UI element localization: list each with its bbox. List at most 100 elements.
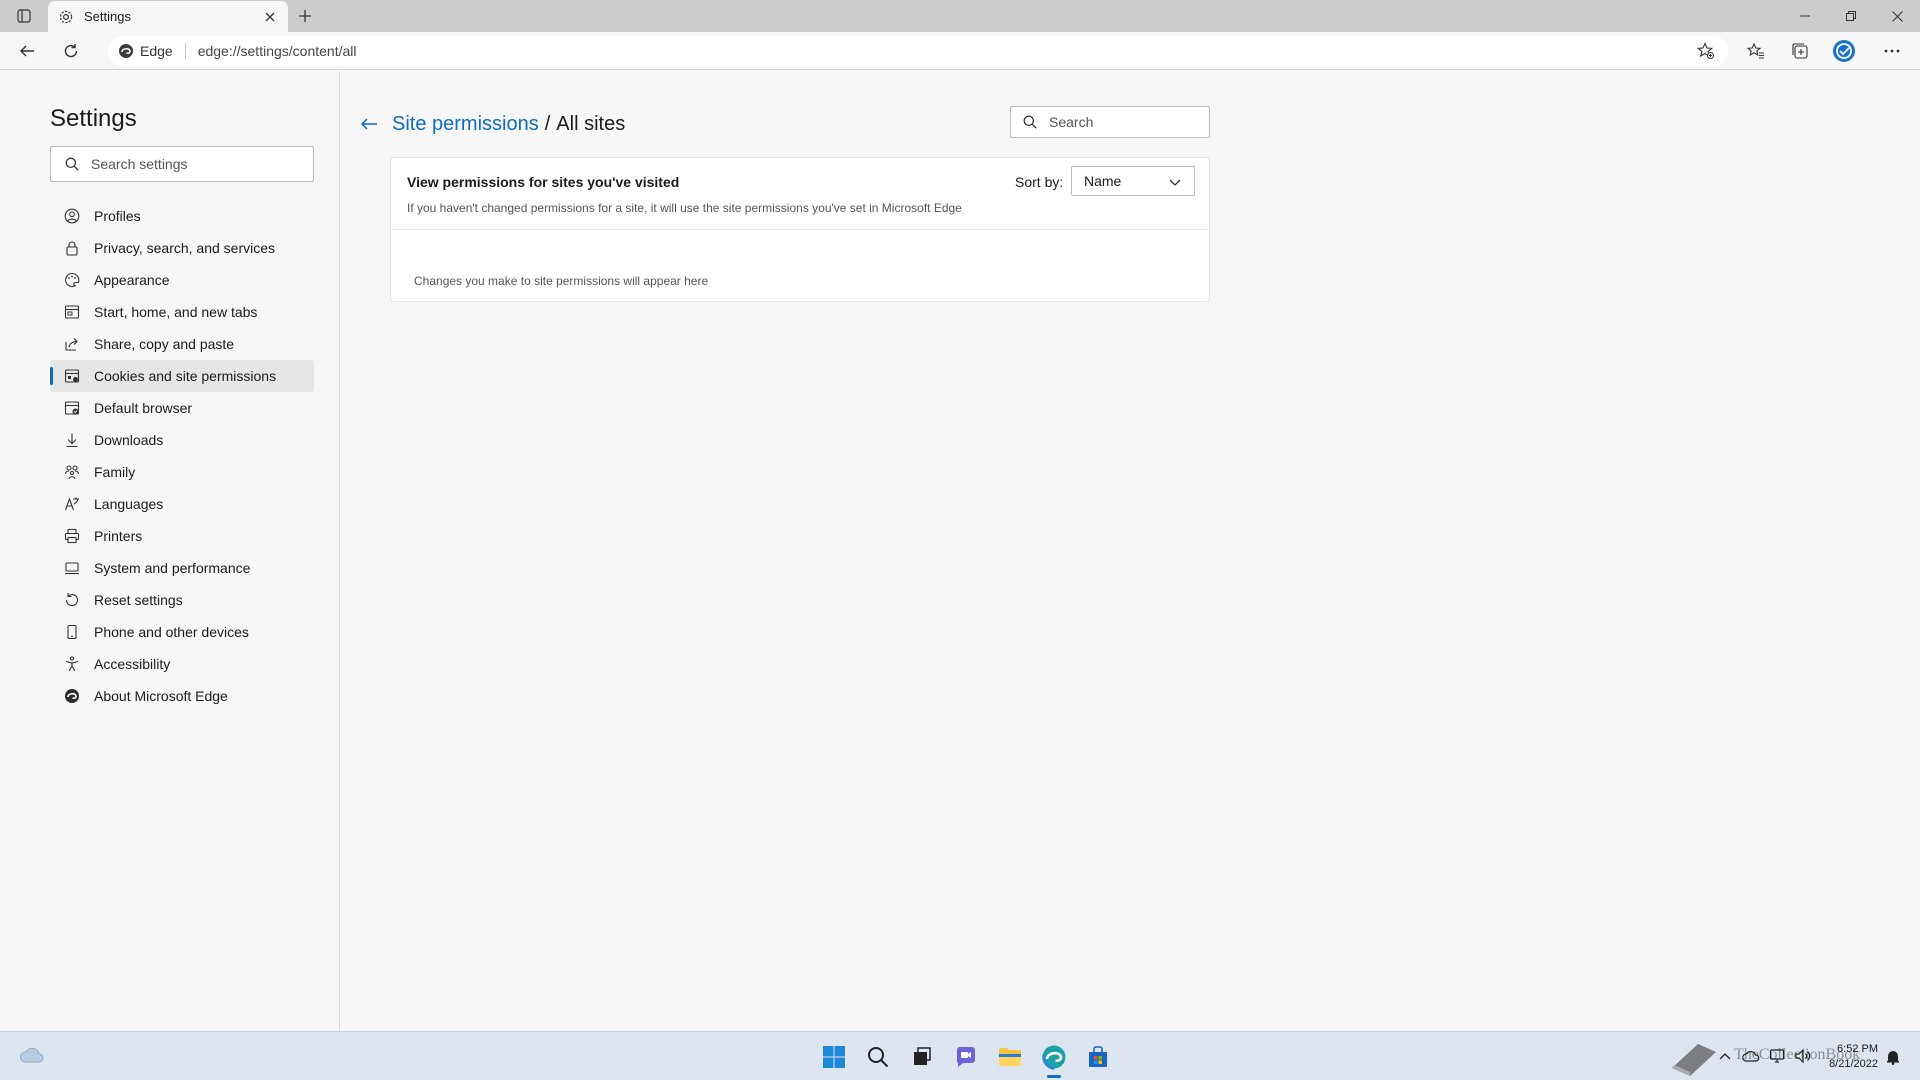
gear-icon: [58, 9, 74, 25]
refresh-icon: [64, 44, 78, 58]
taskbar: TheCollectionBook 6:52 PM 8/21/2022: [0, 1031, 1920, 1080]
sidebar-item-about[interactable]: About Microsoft Edge: [50, 680, 314, 712]
chat-button[interactable]: [944, 1035, 988, 1079]
store-button[interactable]: [1076, 1035, 1120, 1079]
system-tray: [1714, 1046, 1818, 1066]
sidebar-item-phone[interactable]: Phone and other devices: [50, 616, 314, 648]
settings-more-button[interactable]: [1877, 37, 1907, 65]
search-icon: [868, 1046, 889, 1067]
close-window-button[interactable]: [1874, 0, 1920, 32]
search-settings-box[interactable]: [50, 146, 314, 182]
home-icon: [64, 304, 80, 320]
edge-taskbar-button[interactable]: [1032, 1035, 1076, 1079]
sidebar-item-printers[interactable]: Printers: [50, 520, 314, 552]
breadcrumb-site-permissions-link[interactable]: Site permissions: [392, 113, 539, 136]
lock-icon: [64, 240, 80, 256]
sidebar-item-profiles[interactable]: Profiles: [50, 200, 314, 232]
start-icon: [823, 1045, 845, 1068]
sidebar-item-appearance[interactable]: Appearance: [50, 264, 314, 296]
network-button[interactable]: [1766, 1046, 1788, 1066]
tab-strip: Settings: [0, 0, 1920, 32]
collections-button[interactable]: [1785, 37, 1815, 65]
new-tab-button[interactable]: [292, 4, 318, 28]
notifications-button[interactable]: [1883, 1047, 1903, 1067]
weather-widget[interactable]: [18, 1042, 46, 1070]
card-description: If you haven't changed permissions for a…: [407, 201, 962, 215]
address-separator: [184, 43, 186, 59]
sidebar-item-label: Cookies and site permissions: [94, 368, 277, 384]
sidebar-item-label: Appearance: [94, 272, 170, 288]
sidebar-item-label: Family: [94, 464, 136, 480]
sidebar-item-accessibility[interactable]: Accessibility: [50, 648, 314, 680]
sidebar-item-label: Phone and other devices: [94, 624, 249, 640]
restore-button[interactable]: [1828, 0, 1874, 32]
collections-icon: [1792, 43, 1808, 59]
add-favorite-button[interactable]: [1696, 42, 1716, 60]
site-search-input[interactable]: [1049, 114, 1199, 130]
minimize-button[interactable]: [1782, 0, 1828, 32]
site-identity-label[interactable]: Edge: [140, 43, 173, 59]
profile-icon: [64, 208, 80, 224]
sidebar-item-label: Printers: [94, 528, 143, 544]
address-bar[interactable]: Edge edge://settings/content/all: [108, 36, 1728, 66]
sidebar-item-system[interactable]: System and performance: [50, 552, 314, 584]
page-title: All sites: [556, 112, 626, 135]
bell-icon: [1887, 1051, 1899, 1065]
url-text[interactable]: edge://settings/content/all: [198, 43, 357, 59]
more-icon: [1884, 49, 1900, 53]
download-icon: [64, 432, 80, 448]
sidebar-item-label: Start, home, and new tabs: [94, 304, 258, 320]
cookies-icon: [64, 368, 80, 384]
settings-nav: Profiles Privacy, search, and services A…: [50, 200, 314, 712]
sort-by-label: Sort by:: [1015, 174, 1064, 190]
close-tab-button[interactable]: [258, 5, 282, 29]
search-icon: [65, 157, 79, 171]
tab-title: Settings: [84, 9, 131, 24]
sidebar-item-label: System and performance: [94, 560, 251, 576]
sidebar-item-downloads[interactable]: Downloads: [50, 424, 314, 456]
search-settings-input[interactable]: [91, 156, 301, 172]
sidebar-item-start-home[interactable]: Start, home, and new tabs: [50, 296, 314, 328]
sidebar-item-share[interactable]: Share, copy and paste: [50, 328, 314, 360]
chevron-down-icon: [1169, 179, 1181, 186]
tab-actions-icon: [17, 9, 31, 23]
store-icon: [1089, 1045, 1107, 1067]
tab-settings[interactable]: Settings: [48, 1, 288, 32]
close-icon: [265, 12, 275, 21]
back-to-site-permissions-button[interactable]: [358, 113, 380, 135]
taskbar-clock[interactable]: 6:52 PM 8/21/2022: [1816, 1042, 1878, 1072]
card-header: View permissions for sites you've visite…: [391, 158, 1209, 230]
sidebar-item-family[interactable]: Family: [50, 456, 314, 488]
accessibility-icon: [64, 656, 80, 672]
sidebar-item-default-browser[interactable]: Default browser: [50, 392, 314, 424]
sort-by-dropdown[interactable]: Name: [1071, 166, 1195, 196]
refresh-button[interactable]: [56, 37, 86, 65]
restore-icon: [1846, 11, 1856, 21]
task-view-button[interactable]: [900, 1035, 944, 1079]
onedrive-button[interactable]: [1740, 1046, 1762, 1066]
profile-button[interactable]: [1829, 37, 1859, 65]
book-watermark-icon: [1672, 1044, 1716, 1076]
file-explorer-button[interactable]: [988, 1035, 1032, 1079]
start-button[interactable]: [812, 1035, 856, 1079]
site-search-box[interactable]: [1010, 106, 1210, 138]
folder-icon: [999, 1047, 1021, 1066]
taskbar-search-button[interactable]: [856, 1035, 900, 1079]
browser-toolbar: Edge edge://settings/content/all: [0, 32, 1920, 70]
sidebar-item-cookies[interactable]: Cookies and site permissions: [50, 360, 314, 392]
cloud-icon: [19, 1047, 44, 1063]
show-hidden-icons-button[interactable]: [1714, 1046, 1736, 1066]
edge-icon: [64, 688, 80, 704]
minimize-icon: [1800, 15, 1810, 17]
volume-button[interactable]: [1792, 1046, 1814, 1066]
tab-actions-button[interactable]: [10, 5, 38, 27]
family-icon: [64, 464, 80, 480]
sidebar-item-reset[interactable]: Reset settings: [50, 584, 314, 616]
clock-time: 6:52 PM: [1837, 1043, 1878, 1055]
sidebar-item-languages[interactable]: Languages: [50, 488, 314, 520]
empty-state-message: Changes you make to site permissions wil…: [414, 274, 709, 288]
favorites-button[interactable]: [1741, 37, 1771, 65]
phone-icon: [64, 624, 80, 640]
back-button[interactable]: [12, 37, 42, 65]
sidebar-item-privacy[interactable]: Privacy, search, and services: [50, 232, 314, 264]
